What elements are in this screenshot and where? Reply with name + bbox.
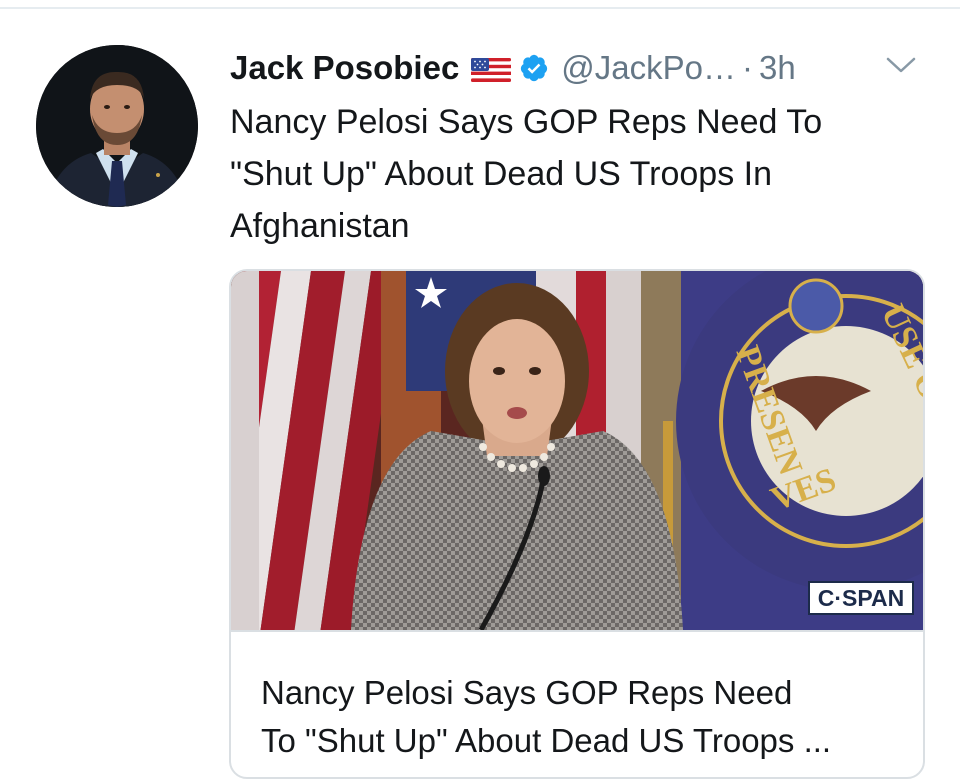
card-divider bbox=[231, 630, 923, 632]
tweet-text-line: "Shut Up" About Dead US Troops In bbox=[230, 155, 773, 193]
verified-badge-icon bbox=[519, 53, 549, 83]
author-handle[interactable]: @JackPo… bbox=[561, 49, 736, 87]
cspan-logo: C·SPAN bbox=[808, 581, 914, 615]
tweet-header: Jack Posobiec @JackPo… · 3h bbox=[230, 44, 796, 92]
tweet-timestamp[interactable]: 3h bbox=[759, 49, 796, 87]
author-avatar[interactable] bbox=[36, 45, 198, 207]
tweet-text: Nancy Pelosi Says GOP Reps Need To "Shut… bbox=[230, 96, 920, 252]
us-flag-icon bbox=[471, 54, 512, 82]
top-divider bbox=[0, 0, 960, 9]
author-name[interactable]: Jack Posobiec bbox=[230, 49, 459, 87]
chevron-down-icon[interactable] bbox=[884, 54, 918, 76]
card-title[interactable]: Nancy Pelosi Says GOP Reps Need To "Shut… bbox=[261, 669, 901, 765]
tweet-text-line: Afghanistan bbox=[230, 207, 410, 245]
separator-dot: · bbox=[742, 49, 754, 86]
card-title-line: To "Shut Up" About Dead US Troops ... bbox=[261, 722, 832, 759]
card-title-line: Nancy Pelosi Says GOP Reps Need bbox=[261, 674, 793, 711]
link-card[interactable]: PRESEN VES USE OF C·SPAN Nancy Pelosi Sa… bbox=[229, 269, 925, 779]
tweet-text-line: Nancy Pelosi Says GOP Reps Need To bbox=[230, 103, 823, 141]
card-thumbnail-image: PRESEN VES USE OF C·SPAN bbox=[231, 271, 923, 630]
